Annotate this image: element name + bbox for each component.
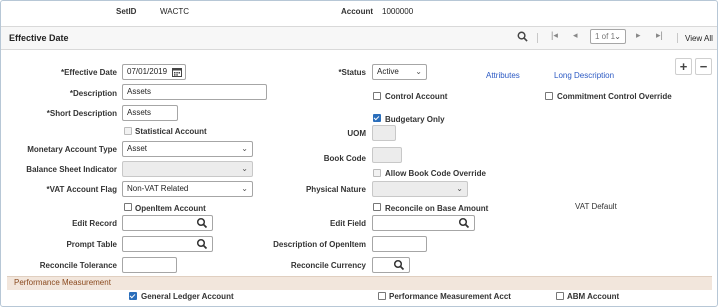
allow-book-code-override-checkbox[interactable] bbox=[373, 169, 381, 177]
openitem-account-label: OpenItem Account bbox=[135, 204, 206, 213]
balance-sheet-indicator-label: Balance Sheet Indicator bbox=[26, 165, 117, 174]
row-pager-value: 1 of 1 bbox=[595, 32, 616, 41]
openitem-account-checkbox[interactable] bbox=[124, 203, 132, 211]
effective-date-value: 07/01/2019 bbox=[127, 67, 168, 76]
performance-measurement-header bbox=[7, 276, 712, 290]
status-value: Active bbox=[377, 67, 399, 76]
lookup-icon[interactable] bbox=[458, 217, 470, 229]
attributes-link[interactable]: Attributes bbox=[486, 71, 520, 80]
statistical-account-checkbox[interactable] bbox=[124, 127, 132, 135]
uom-label: UOM bbox=[347, 129, 366, 138]
general-ledger-account-checkbox[interactable] bbox=[129, 292, 137, 300]
book-code-label: Book Code bbox=[323, 154, 366, 163]
description-of-openitem-label: Description of OpenItem bbox=[273, 240, 366, 249]
effective-date-label: *Effective Date bbox=[60, 68, 117, 77]
last-page-icon[interactable]: ▸| bbox=[656, 30, 663, 41]
physical-nature-label: Physical Nature bbox=[305, 185, 366, 194]
edit-field-label: Edit Field bbox=[330, 219, 366, 228]
description-of-openitem-input[interactable] bbox=[372, 236, 427, 252]
vat-account-flag-select[interactable]: Non-VAT Related ⌄ bbox=[122, 181, 253, 197]
view-all-link[interactable]: View All bbox=[685, 34, 713, 43]
description-input[interactable]: Assets bbox=[122, 84, 267, 100]
general-ledger-account-label: General Ledger Account bbox=[141, 292, 234, 301]
lookup-icon[interactable] bbox=[196, 217, 208, 229]
minus-icon: − bbox=[699, 59, 708, 74]
edit-field-input[interactable] bbox=[372, 215, 475, 231]
monetary-account-type-select[interactable]: Asset ⌄ bbox=[122, 141, 253, 157]
divider bbox=[677, 33, 678, 43]
lookup-icon[interactable] bbox=[196, 238, 208, 250]
uom-input[interactable] bbox=[372, 125, 396, 141]
allow-book-code-override-label: Allow Book Code Override bbox=[385, 169, 486, 178]
balance-sheet-indicator-select[interactable]: ⌄ bbox=[122, 161, 253, 177]
edit-record-label: Edit Record bbox=[72, 219, 117, 228]
first-page-icon[interactable]: |◂ bbox=[551, 30, 558, 41]
setid-label: SetID bbox=[116, 7, 137, 16]
vat-default-link[interactable]: VAT Default bbox=[575, 202, 617, 211]
prompt-table-input[interactable] bbox=[122, 236, 213, 252]
chevron-down-icon: ⌄ bbox=[415, 67, 422, 76]
reconcile-currency-input[interactable] bbox=[372, 257, 410, 273]
chevron-down-icon: ⌄ bbox=[614, 32, 621, 41]
budgetary-only-label: Budgetary Only bbox=[385, 115, 445, 124]
performance-measurement-title: Performance Measurement bbox=[14, 278, 111, 287]
effective-date-input[interactable]: 07/01/2019 bbox=[122, 64, 186, 80]
abm-account-checkbox[interactable] bbox=[556, 292, 564, 300]
vat-account-flag-label: *VAT Account Flag bbox=[46, 185, 117, 194]
chevron-down-icon: ⌄ bbox=[241, 164, 248, 173]
reconcile-on-base-amount-checkbox[interactable] bbox=[373, 203, 381, 211]
lookup-icon[interactable] bbox=[393, 259, 405, 271]
statistical-account-label: Statistical Account bbox=[135, 127, 207, 136]
control-account-label: Control Account bbox=[385, 92, 448, 101]
vat-account-flag-value: Non-VAT Related bbox=[127, 184, 189, 193]
physical-nature-select[interactable]: ⌄ bbox=[372, 181, 468, 197]
next-page-icon[interactable]: ▸ bbox=[636, 30, 641, 41]
prompt-table-label: Prompt Table bbox=[66, 240, 117, 249]
chevron-down-icon: ⌄ bbox=[241, 144, 248, 153]
row-pager-select[interactable]: 1 of 1 ⌄ bbox=[590, 29, 626, 44]
reconcile-tolerance-input[interactable] bbox=[122, 257, 177, 273]
reconcile-on-base-amount-label: Reconcile on Base Amount bbox=[385, 204, 489, 213]
long-description-link[interactable]: Long Description bbox=[554, 71, 614, 80]
commitment-control-override-label: Commitment Control Override bbox=[557, 92, 672, 101]
book-code-input[interactable] bbox=[372, 147, 402, 163]
chevron-down-icon: ⌄ bbox=[456, 184, 463, 193]
short-description-value: Assets bbox=[127, 108, 152, 117]
previous-page-icon[interactable]: ◂ bbox=[573, 30, 578, 41]
plus-icon: + bbox=[679, 59, 688, 74]
edit-record-input[interactable] bbox=[122, 215, 213, 231]
performance-measurement-acct-checkbox[interactable] bbox=[378, 292, 386, 300]
chevron-down-icon: ⌄ bbox=[241, 184, 248, 193]
performance-measurement-acct-label: Performance Measurement Acct bbox=[389, 292, 511, 301]
monetary-account-type-label: Monetary Account Type bbox=[27, 145, 117, 154]
calendar-icon[interactable] bbox=[172, 67, 182, 77]
divider bbox=[537, 33, 538, 43]
short-description-label: *Short Description bbox=[46, 109, 117, 118]
section-title: Effective Date bbox=[9, 33, 69, 43]
budgetary-only-checkbox[interactable] bbox=[373, 114, 381, 122]
delete-row-button[interactable]: − bbox=[695, 58, 712, 75]
status-select[interactable]: Active ⌄ bbox=[372, 64, 427, 80]
description-value: Assets bbox=[127, 87, 152, 96]
account-label: Account bbox=[341, 7, 373, 16]
monetary-account-type-value: Asset bbox=[127, 144, 148, 153]
setid-value: WACTC bbox=[160, 7, 190, 16]
account-value: 1000000 bbox=[382, 7, 414, 16]
reconcile-currency-label: Reconcile Currency bbox=[290, 261, 366, 270]
status-label: *Status bbox=[338, 68, 366, 77]
reconcile-tolerance-label: Reconcile Tolerance bbox=[39, 261, 117, 270]
add-row-button[interactable]: + bbox=[675, 58, 692, 75]
control-account-checkbox[interactable] bbox=[373, 92, 381, 100]
commitment-control-override-checkbox[interactable] bbox=[545, 92, 553, 100]
find-icon[interactable] bbox=[517, 31, 528, 44]
short-description-input[interactable]: Assets bbox=[122, 105, 178, 121]
abm-account-label: ABM Account bbox=[567, 292, 620, 301]
description-label: *Description bbox=[69, 89, 117, 98]
